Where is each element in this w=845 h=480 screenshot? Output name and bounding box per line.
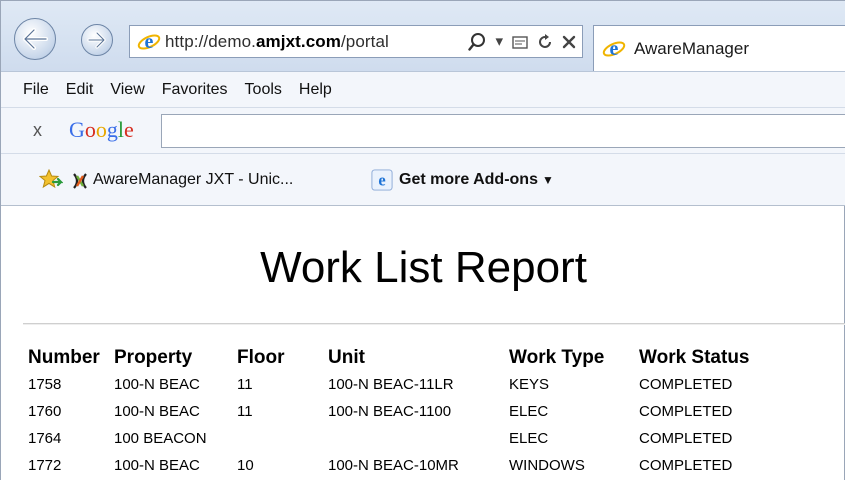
tab-awaremanager[interactable]: e AwareManager xyxy=(593,25,845,71)
favorites-bar: AwareManager JXT - Unic... e Get more Ad… xyxy=(1,153,845,206)
menu-edit[interactable]: Edit xyxy=(66,81,94,99)
address-input[interactable]: e http://demo.amjxt.com/portal ▾ xyxy=(129,25,583,58)
search-icon[interactable] xyxy=(468,32,486,52)
page-title: Work List Report xyxy=(260,243,587,292)
browser-window: e http://demo.amjxt.com/portal ▾ e Aware… xyxy=(0,0,845,480)
get-more-addons-link[interactable]: Get more Add-ons ▼ xyxy=(399,171,554,189)
cell-unit: 100-N BEAC-10MR xyxy=(328,457,459,474)
jxt-logo-icon xyxy=(73,173,87,189)
column-header-unit: Unit xyxy=(328,347,365,368)
column-header-number: Number xyxy=(28,347,100,368)
google-toolbar-close-button[interactable]: x xyxy=(33,120,42,141)
url-text: http://demo.amjxt.com/portal xyxy=(165,32,389,52)
svg-text:e: e xyxy=(145,31,154,53)
cell-work-status: COMPLETED xyxy=(639,403,733,420)
cell-number: 1758 xyxy=(28,376,62,393)
menu-bar: File Edit View Favorites Tools Help xyxy=(1,71,845,107)
cell-work-type: KEYS xyxy=(509,376,550,393)
table-header-row: Number Property Floor Unit Work Type Wor… xyxy=(28,345,799,371)
cell-property: 100-N BEAC xyxy=(114,403,200,420)
cell-number: 1772 xyxy=(28,457,62,474)
ie-logo-icon: e xyxy=(371,169,393,191)
cell-work-status: COMPLETED xyxy=(639,457,733,474)
ie-logo-icon: e xyxy=(602,38,626,60)
cell-property: 100-N BEAC xyxy=(114,457,200,474)
cell-property: 100-N BEAC xyxy=(114,376,200,393)
forward-arrow-icon xyxy=(87,31,106,49)
column-header-floor: Floor xyxy=(237,347,285,368)
cell-floor: 10 xyxy=(237,457,254,474)
cell-work-type: ELEC xyxy=(509,403,549,420)
tab-title: AwareManager xyxy=(634,38,749,58)
divider xyxy=(23,323,845,325)
ie-logo-icon: e xyxy=(137,31,161,53)
back-arrow-icon xyxy=(23,28,48,50)
dropdown-arrow-icon[interactable]: ▾ xyxy=(495,30,503,54)
column-header-property: Property xyxy=(114,347,193,368)
google-toolbar: x Google xyxy=(1,107,845,153)
cell-floor: 11 xyxy=(237,376,253,393)
work-list-table: Number Property Floor Unit Work Type Wor… xyxy=(28,345,799,479)
forward-button[interactable] xyxy=(81,24,113,56)
url-prefix: http://demo. xyxy=(165,31,256,51)
google-search-input[interactable] xyxy=(161,114,845,148)
get-more-addons-label: Get more Add-ons xyxy=(399,171,538,188)
cell-work-type: WINDOWS xyxy=(509,457,585,474)
url-domain: amjxt.com xyxy=(255,31,341,51)
cell-work-type: ELEC xyxy=(509,430,549,447)
table-row: 1758 100-N BEAC 11 100-N BEAC-11LR KEYS … xyxy=(28,371,799,398)
favorite-link-awaremanager[interactable]: AwareManager JXT - Unic... xyxy=(93,171,293,189)
refresh-icon[interactable] xyxy=(537,34,553,50)
column-header-work-status: Work Status xyxy=(639,347,750,368)
favorites-star-icon[interactable] xyxy=(39,169,63,191)
menu-file[interactable]: File xyxy=(23,81,49,99)
menu-view[interactable]: View xyxy=(110,81,144,99)
url-suffix: /portal xyxy=(340,31,389,51)
cell-unit: 100-N BEAC-11LR xyxy=(328,376,454,393)
stop-icon[interactable] xyxy=(562,35,576,49)
cell-unit: 100-N BEAC-1100 xyxy=(328,403,452,420)
menu-favorites[interactable]: Favorites xyxy=(162,81,228,99)
svg-text:e: e xyxy=(610,38,619,60)
column-header-work-type: Work Type xyxy=(509,347,605,368)
cell-unit xyxy=(328,425,509,452)
cell-property: 100 BEACON xyxy=(114,430,207,447)
url-tools: ▾ xyxy=(468,30,576,54)
dropdown-arrow-icon: ▼ xyxy=(541,173,554,187)
google-logo: Google xyxy=(69,117,134,142)
table-row: 1772 100-N BEAC 10 100-N BEAC-10MR WINDO… xyxy=(28,452,799,479)
cell-floor xyxy=(237,425,328,452)
compatibility-icon[interactable] xyxy=(512,34,528,50)
cell-work-status: COMPLETED xyxy=(639,376,733,393)
table-row: 1764 100 BEACON ELEC COMPLETED xyxy=(28,425,799,452)
cell-number: 1764 xyxy=(28,430,62,447)
cell-number: 1760 xyxy=(28,403,62,420)
cell-work-status: COMPLETED xyxy=(639,430,733,447)
svg-text:e: e xyxy=(378,171,385,190)
cell-floor: 11 xyxy=(237,403,253,420)
menu-tools[interactable]: Tools xyxy=(245,81,282,99)
menu-help[interactable]: Help xyxy=(299,81,332,99)
address-bar-area: e http://demo.amjxt.com/portal ▾ e Aware… xyxy=(1,1,845,71)
table-row: 1760 100-N BEAC 11 100-N BEAC-1100 ELEC … xyxy=(28,398,799,425)
back-button[interactable] xyxy=(14,18,56,60)
